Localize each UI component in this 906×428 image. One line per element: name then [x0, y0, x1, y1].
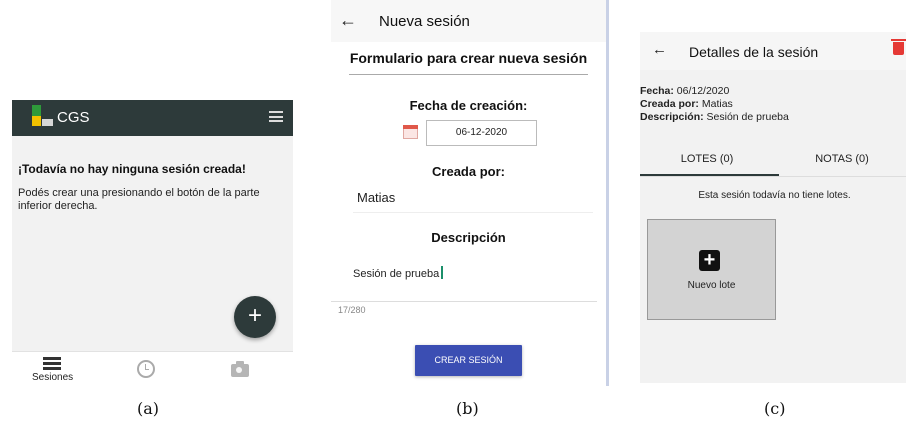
history-icon[interactable] — [137, 360, 155, 378]
caption-c: (c) — [764, 399, 786, 418]
description-input[interactable]: Sesión de prueba — [353, 266, 443, 280]
cgs-logo-icon — [32, 105, 54, 127]
add-session-button[interactable]: + — [234, 296, 276, 338]
char-counter: 17/280 — [338, 305, 366, 315]
empty-state-title: ¡Todavía no hay ninguna sesión creada! — [18, 162, 246, 176]
empty-state-message: Podés crear una presionando el botón de … — [18, 187, 260, 212]
back-arrow-icon[interactable]: ← — [652, 41, 667, 58]
list-icon — [43, 357, 61, 371]
app-bar: ← Nueva sesión — [331, 0, 606, 42]
description-text: Sesión de prueba — [353, 268, 440, 280]
meta-date: Fecha: 06/12/2020 — [640, 85, 730, 97]
delete-trash-icon[interactable] — [891, 39, 906, 55]
date-field[interactable]: 06-12-2020 — [426, 120, 537, 146]
form-title: Formulario para crear nueva sesión — [349, 50, 588, 66]
new-lot-card[interactable]: + Nuevo lote — [647, 219, 776, 320]
app-title: CGS — [57, 109, 90, 126]
session-meta: Fecha: 06/12/2020 Creada por: Matias Des… — [640, 85, 789, 124]
nav-sessions-tab[interactable]: Sesiones — [32, 354, 74, 383]
creator-label: Creada por: — [432, 164, 505, 179]
calendar-icon[interactable] — [403, 125, 418, 139]
caption-b: (b) — [456, 399, 479, 418]
bottom-navigation: Sesiones — [12, 351, 293, 390]
back-arrow-icon[interactable]: ← — [339, 10, 357, 31]
sessions-empty-screen: CGS ¡Todavía no hay ninguna sesión cread… — [12, 100, 293, 390]
panel-divider — [606, 0, 609, 386]
description-label: Descripción — [431, 230, 506, 245]
caption-a: (a) — [137, 399, 160, 418]
app-bar: ← Detalles de la sesión — [640, 32, 906, 70]
form-title-divider — [349, 74, 588, 75]
creator-field[interactable]: Matias — [357, 190, 395, 205]
tab-lotes[interactable]: LOTES (0) — [640, 153, 774, 165]
nav-sessions-label: Sesiones — [32, 372, 74, 383]
meta-description: Descripción: Sesión de prueba — [640, 111, 789, 123]
screen-title: Detalles de la sesión — [689, 44, 819, 60]
description-underline — [331, 301, 597, 302]
session-details-screen: ← Detalles de la sesión Fecha: 06/12/202… — [640, 32, 906, 383]
empty-lots-message: Esta sesión todavía no tiene lotes. — [698, 190, 851, 201]
creator-divider — [353, 212, 593, 213]
new-lot-label: Nuevo lote — [687, 280, 736, 291]
camera-icon[interactable] — [231, 361, 249, 377]
tab-notas[interactable]: NOTAS (0) — [775, 153, 906, 165]
text-cursor — [441, 266, 443, 279]
meta-creator: Creada por: Matias — [640, 98, 733, 110]
add-box-icon: + — [699, 250, 720, 271]
app-bar: CGS — [12, 100, 293, 136]
tabs-divider — [640, 176, 906, 177]
hamburger-menu-icon[interactable] — [269, 111, 283, 122]
date-label: Fecha de creación: — [409, 98, 528, 113]
create-session-button[interactable]: CREAR SESIÓN — [415, 345, 522, 376]
new-session-screen: ← Nueva sesión Formulario para crear nue… — [331, 0, 609, 386]
screen-title: Nueva sesión — [379, 13, 470, 30]
